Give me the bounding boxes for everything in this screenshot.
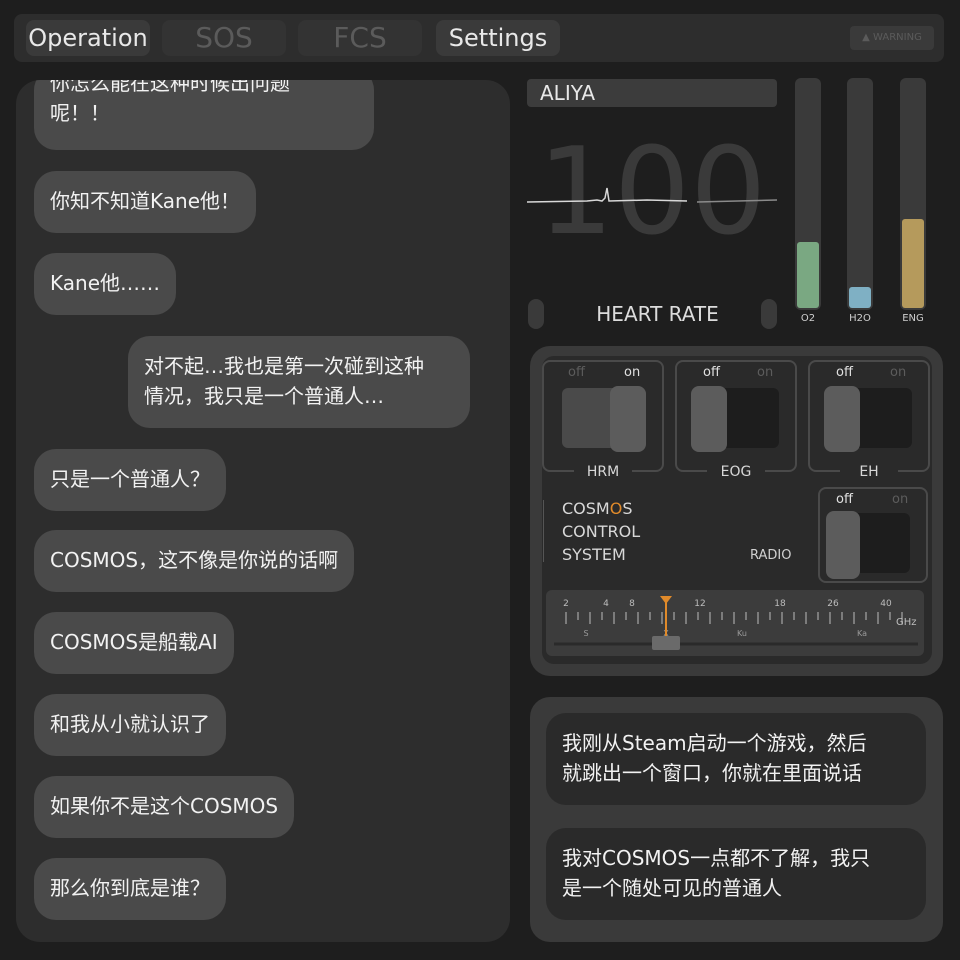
h2o-gauge-fill (849, 287, 871, 308)
eng-gauge (900, 78, 926, 310)
chat-message: 你怎么能在这种时候出问题 呢！！ (34, 80, 374, 150)
radio-switch-knob[interactable] (826, 511, 860, 579)
eog-switch-label: EOG (707, 464, 765, 484)
tab-operation[interactable]: Operation (26, 20, 150, 56)
chat-message: 你知不知道Kane他！ (34, 171, 256, 233)
radio-off-label: off (836, 492, 853, 507)
eog-switch-knob[interactable] (691, 386, 727, 452)
chat-message: COSMOS是船载AI (34, 612, 234, 674)
warning-label: WARNING (873, 32, 922, 43)
chat-message: COSMOS，这不像是你说的话啊 (34, 530, 355, 592)
eng-gauge-fill (902, 219, 924, 308)
chat-message: 和我从小就认识了 (34, 694, 226, 756)
title-line-3: SYSTEM (562, 545, 626, 564)
cosmos-control-system-title: COSMOS CONTROL SYSTEM (562, 497, 640, 566)
eh-on-label: on (890, 365, 907, 380)
eog-on-label: on (757, 365, 774, 380)
tuner-tick-label: 2 (563, 599, 569, 609)
tuner-needle[interactable] (652, 596, 680, 650)
chat-message: 那么你到底是谁？ (34, 858, 226, 920)
tuner-band-label: S (583, 629, 588, 638)
o2-gauge (795, 78, 821, 310)
h2o-gauge (847, 78, 873, 310)
o2-gauge-label: O2 (800, 313, 816, 324)
chat-message: 只是一个普通人？ (34, 449, 226, 511)
chat-message-self: 对不起…我也是第一次碰到这种 情况，我只是一个普通人… (128, 336, 470, 428)
eh-switch-label: EH (840, 464, 898, 484)
chat-message: 如果你不是这个COSMOS (34, 776, 295, 838)
chat-panel[interactable]: 你怎么能在这种时候出问题 呢！！ 你知不知道Kane他！ Kane他…… 对不起… (16, 80, 510, 942)
title-line-1: COSMOS (562, 499, 633, 518)
divider (543, 500, 544, 562)
tuner-tick-label: 18 (774, 599, 786, 609)
hrm-switch-label: HRM (574, 464, 632, 484)
radio-on-label: on (892, 492, 909, 507)
tuner-unit: GHz (896, 617, 917, 628)
tuner-tick-label: 40 (880, 599, 892, 609)
hrm-switch[interactable]: off on HRM (542, 360, 664, 484)
heart-rate-trace (527, 187, 777, 203)
chat-message: Kane他…… (34, 253, 176, 315)
reply-option[interactable]: 我刚从Steam启动一个游戏，然后 就跳出一个窗口，你就在里面说话 (546, 713, 926, 805)
warning-indicator: ▲ WARNING (850, 26, 934, 50)
eng-gauge-label: ENG (902, 313, 924, 324)
top-tab-bar: Operation SOS FCS Settings ▲ WARNING (14, 14, 944, 62)
tuner-tick-label: 12 (694, 599, 705, 609)
tuner-tick-label: 8 (629, 599, 635, 609)
tab-settings[interactable]: Settings (436, 20, 560, 56)
radio-tuner[interactable]: 24812182640 SXKuKa GHz (546, 590, 924, 656)
tab-fcs[interactable]: FCS (298, 20, 422, 56)
monitor-knob-right[interactable] (761, 299, 777, 329)
o2-gauge-fill (797, 241, 819, 308)
tab-sos[interactable]: SOS (162, 20, 286, 56)
tuner-tick-label: 4 (603, 599, 609, 609)
warning-icon: ▲ (862, 32, 870, 43)
hrm-switch-knob[interactable] (610, 386, 646, 452)
title-line-2: CONTROL (562, 522, 641, 541)
reply-option[interactable]: 我对COSMOS一点都不了解，我只 是一个随处可见的普通人 (546, 828, 926, 920)
eog-switch[interactable]: off on EOG (675, 360, 797, 484)
eh-switch-knob[interactable] (824, 386, 860, 452)
tuner-scale: 24812182640 SXKuKa GHz (554, 596, 918, 650)
patient-name: ALIYA (527, 79, 777, 107)
h2o-gauge-label: H2O (849, 313, 871, 324)
radio-label: RADIO (750, 548, 792, 563)
eog-off-label: off (703, 365, 720, 380)
eh-switch[interactable]: off on EH (808, 360, 930, 484)
monitor-knob-left[interactable] (528, 299, 544, 329)
radio-switch[interactable]: off on (818, 487, 928, 583)
tuner-band-label: Ku (737, 629, 747, 638)
heart-rate-label: HEART RATE (596, 302, 719, 326)
hrm-off-label: off (568, 365, 585, 380)
eh-off-label: off (836, 365, 853, 380)
tuner-tick-label: 26 (827, 599, 839, 609)
tuner-band-label: Ka (857, 629, 867, 638)
hrm-on-label: on (624, 365, 641, 380)
